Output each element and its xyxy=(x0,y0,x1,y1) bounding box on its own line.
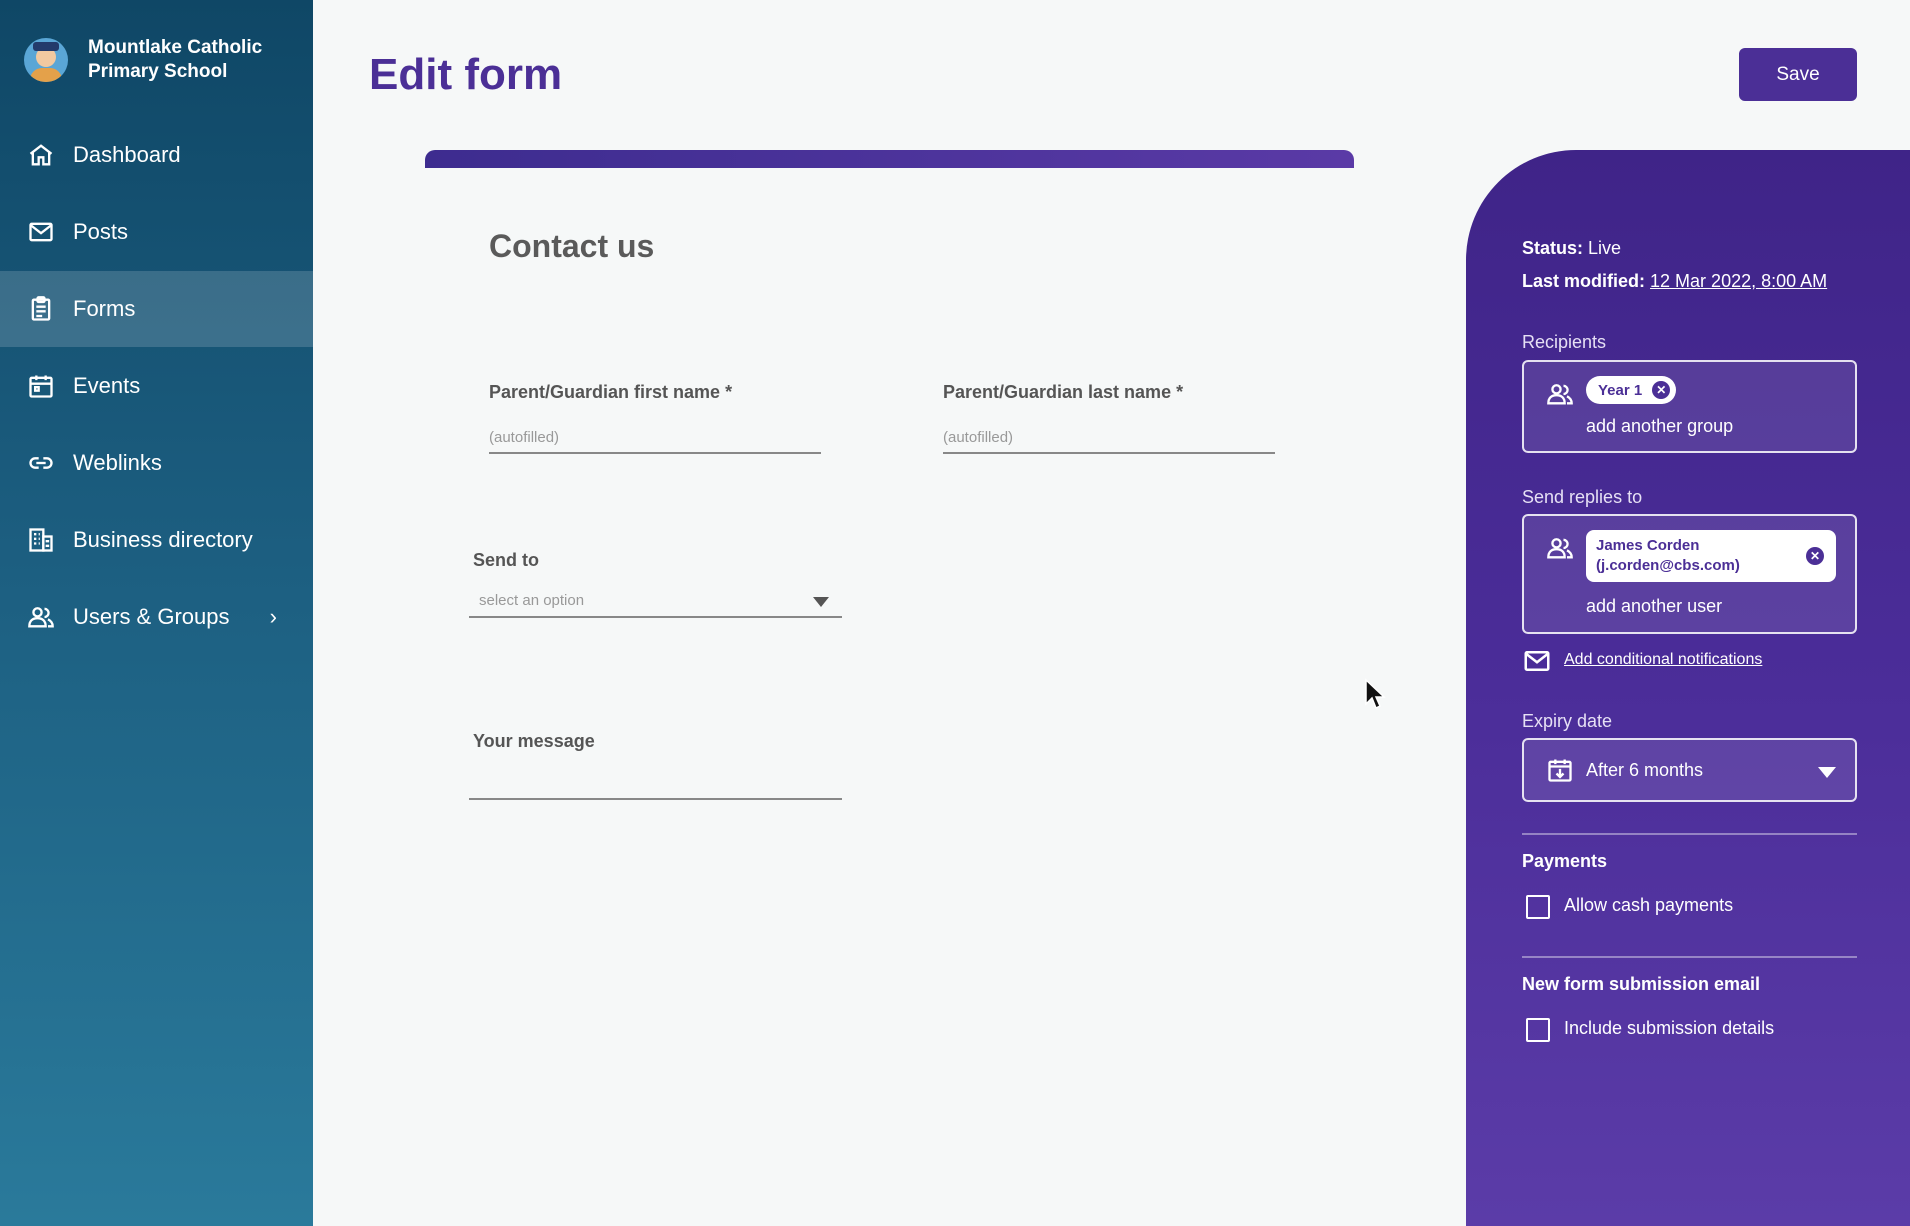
home-icon xyxy=(26,140,56,170)
reply-chip-name: James Corden xyxy=(1596,537,1700,554)
chevron-down-icon[interactable] xyxy=(1818,767,1836,778)
message-label: Your message xyxy=(473,731,595,751)
status-value: Live xyxy=(1588,238,1622,258)
expiry-label: Expiry date xyxy=(1522,711,1613,731)
calendar-download-icon xyxy=(1546,756,1574,789)
users-icon xyxy=(26,602,56,632)
reply-chip: James Corden (j.corden@cbs.com) ✕ xyxy=(1586,530,1836,582)
settings-panel: Status: Live Last modified: 12 Mar 2022,… xyxy=(1466,150,1910,1226)
sidebar-item-label: Dashboard xyxy=(73,142,181,167)
users-icon xyxy=(1546,534,1574,567)
sidebar-item-label: Business directory xyxy=(73,527,253,552)
school-name: Mountlake Catholic Primary School xyxy=(88,37,263,82)
chevron-down-icon[interactable] xyxy=(813,597,829,607)
recipient-chip: Year 1 ✕ xyxy=(1586,376,1677,404)
replies-label: Send replies to xyxy=(1522,487,1643,507)
expiry-select[interactable]: After 6 months xyxy=(1522,738,1857,802)
users-icon xyxy=(1546,380,1574,413)
mouse-cursor-icon xyxy=(1365,678,1386,710)
include-details-checkbox[interactable] xyxy=(1526,1018,1550,1042)
first-name-field[interactable]: (autofilled) xyxy=(489,429,559,446)
link-icon xyxy=(26,448,56,478)
chevron-right-icon[interactable]: › xyxy=(270,604,277,630)
sidebar-item-posts[interactable]: Posts xyxy=(0,194,313,270)
expiry-value: After 6 months xyxy=(1586,760,1704,780)
send-to-select[interactable]: select an option xyxy=(479,592,584,609)
include-details-label: Include submission details xyxy=(1564,1018,1775,1038)
sidebar-item-business-directory[interactable]: Business directory xyxy=(0,502,313,578)
calendar-icon xyxy=(26,371,56,401)
last-name-underline xyxy=(943,452,1275,454)
recipients-box[interactable]: Year 1 ✕ add another group xyxy=(1522,360,1857,453)
sidebar-item-label: Users & Groups xyxy=(73,604,230,629)
modified-row: Last modified: 12 Mar 2022, 8:00 AM xyxy=(1522,271,1827,292)
sidebar-nav: Dashboard Posts Forms Events Weblinks Bu… xyxy=(0,117,313,656)
school-avatar xyxy=(24,38,68,82)
page-title: Edit form xyxy=(369,50,563,99)
sidebar-item-dashboard[interactable]: Dashboard xyxy=(0,117,313,193)
sidebar-item-label: Weblinks xyxy=(73,450,162,475)
building-icon xyxy=(26,525,56,555)
last-name-field[interactable]: (autofilled) xyxy=(943,429,1013,446)
reply-chip-text: James Corden (j.corden@cbs.com) xyxy=(1596,536,1740,576)
send-to-underline xyxy=(469,616,842,618)
divider xyxy=(1522,956,1857,958)
recipients-label: Recipients xyxy=(1522,332,1607,352)
sidebar-item-weblinks[interactable]: Weblinks xyxy=(0,425,313,501)
last-name-label: Parent/Guardian last name * xyxy=(943,382,1184,402)
form-heading[interactable]: Contact us xyxy=(489,228,654,265)
sidebar-item-events[interactable]: Events xyxy=(0,348,313,424)
sidebar-item-forms[interactable]: Forms xyxy=(0,271,313,347)
modified-label: Last modified: xyxy=(1522,271,1646,291)
sidebar-item-label: Forms xyxy=(73,296,136,321)
divider xyxy=(1522,833,1857,835)
sidebar-item-users-groups[interactable]: Users & Groups › xyxy=(0,579,313,655)
sidebar: Mountlake Catholic Primary School Dashbo… xyxy=(0,0,313,1226)
first-name-underline xyxy=(489,452,821,454)
send-to-label: Send to xyxy=(473,550,539,570)
save-button[interactable]: Save xyxy=(1739,48,1857,101)
cash-payments-checkbox[interactable] xyxy=(1526,895,1550,919)
cash-payments-label: Allow cash payments xyxy=(1564,895,1734,915)
add-group-link[interactable]: add another group xyxy=(1586,416,1733,437)
clipboard-icon xyxy=(26,294,56,324)
submission-email-label: New form submission email xyxy=(1522,974,1761,994)
payments-label: Payments xyxy=(1522,851,1608,871)
add-user-link[interactable]: add another user xyxy=(1586,596,1722,617)
mail-icon xyxy=(26,217,56,247)
status-row: Status: Live xyxy=(1522,238,1621,259)
replies-box[interactable]: James Corden (j.corden@cbs.com) ✕ add an… xyxy=(1522,514,1857,634)
message-field[interactable] xyxy=(469,798,842,800)
conditional-notifications-link[interactable]: Add conditional notifications xyxy=(1564,651,1762,669)
mail-icon xyxy=(1522,646,1552,681)
remove-chip-icon[interactable]: ✕ xyxy=(1652,381,1671,399)
sidebar-item-label: Events xyxy=(73,373,141,398)
modified-value[interactable]: 12 Mar 2022, 8:00 AM xyxy=(1650,271,1827,291)
form-header-bar xyxy=(425,150,1354,168)
school-brand[interactable]: Mountlake Catholic Primary School xyxy=(24,36,288,84)
reply-chip-email: (j.corden@cbs.com) xyxy=(1596,557,1740,574)
remove-chip-icon[interactable]: ✕ xyxy=(1806,547,1824,565)
recipient-chip-label: Year 1 xyxy=(1598,381,1643,399)
first-name-label: Parent/Guardian first name * xyxy=(489,382,733,402)
status-label: Status: xyxy=(1522,238,1584,258)
sidebar-item-label: Posts xyxy=(73,219,129,244)
